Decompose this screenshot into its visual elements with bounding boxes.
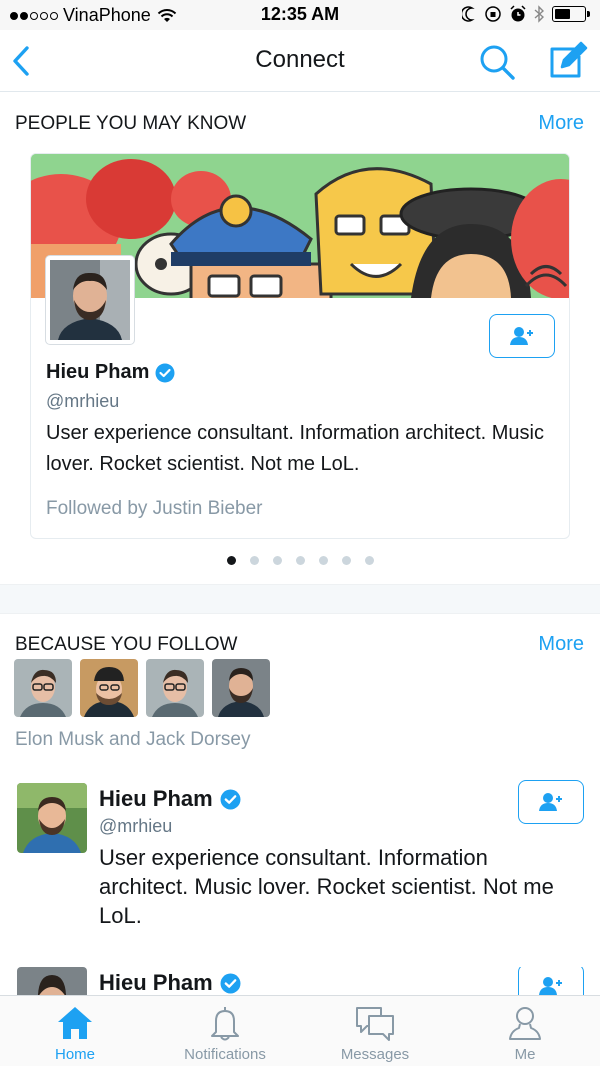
moon-icon — [462, 6, 475, 22]
tab-messages[interactable]: Messages — [300, 996, 450, 1066]
user-avatar[interactable] — [17, 783, 87, 853]
suggested-user-avatar[interactable] — [46, 256, 134, 344]
search-icon[interactable] — [474, 42, 518, 82]
compose-icon[interactable] — [545, 40, 589, 82]
person-icon — [509, 1007, 541, 1040]
tab-label: Home — [54, 1046, 95, 1063]
carousel-page-indicator[interactable] — [0, 556, 600, 565]
verified-badge-icon — [220, 789, 241, 809]
user-name[interactable]: Hieu Pham — [99, 786, 241, 812]
user-name-text: Hieu Pham — [46, 361, 150, 383]
user-name-text: Hieu Pham — [99, 786, 213, 811]
tab-label: Me — [514, 1046, 536, 1063]
bluetooth-icon — [534, 5, 544, 23]
suggested-user-name[interactable]: Hieu Pham — [46, 361, 175, 384]
alarm-icon — [510, 5, 526, 22]
status-icons — [462, 5, 590, 23]
follow-button[interactable] — [518, 780, 584, 824]
tab-home[interactable]: Home — [0, 996, 150, 1066]
nav-bar: Connect — [0, 30, 600, 92]
add-user-icon — [539, 793, 562, 811]
followed-user-avatar[interactable] — [14, 659, 72, 717]
status-bar: VinaPhone 12:35 AM — [0, 0, 600, 30]
tab-me[interactable]: Me — [450, 996, 600, 1066]
tab-label: Notifications — [184, 1046, 266, 1063]
tab-notifications[interactable]: Notifications — [150, 996, 300, 1066]
follow-button[interactable] — [518, 967, 584, 995]
add-user-icon — [510, 327, 533, 345]
page-dot — [272, 556, 282, 565]
follow-button[interactable] — [489, 314, 555, 358]
user-row[interactable]: Hieu Pham — [0, 967, 600, 995]
messages-icon — [356, 1007, 394, 1041]
add-user-icon — [539, 977, 562, 995]
home-icon — [58, 1007, 92, 1039]
user-name-text: Hieu Pham — [99, 970, 213, 995]
page-dot — [226, 556, 236, 565]
followed-user-avatar[interactable] — [212, 659, 270, 717]
suggested-user-handle: @mrhieu — [46, 391, 120, 411]
verified-badge-icon — [220, 973, 241, 993]
page-dot — [295, 556, 305, 565]
page-dot — [249, 556, 259, 565]
user-handle: @mrhieu — [99, 816, 173, 836]
followed-user-avatar[interactable] — [80, 659, 138, 717]
because-you-follow-header: BECAUSE YOU FOLLOW — [15, 634, 238, 655]
battery-icon — [552, 6, 590, 22]
followed-by-text: Followed by Justin Bieber — [46, 498, 263, 519]
orientation-lock-icon — [485, 6, 501, 22]
because-you-follow-more-link[interactable]: More — [538, 633, 584, 656]
suggestion-card[interactable]: Hieu Pham @mrhieu User experience consul… — [30, 153, 570, 539]
verified-badge-icon — [155, 363, 175, 382]
tab-bar: Home Notifications Messages Me — [0, 995, 600, 1066]
user-bio: User experience consultant. Information … — [99, 845, 554, 928]
followed-user-avatar[interactable] — [146, 659, 204, 717]
tab-label: Messages — [340, 1046, 410, 1063]
page-dot — [318, 556, 328, 565]
pymk-header: PEOPLE YOU MAY KNOW — [15, 113, 247, 134]
suggested-user-bio: User experience consultant. Information … — [46, 422, 544, 475]
page-dot — [364, 556, 374, 565]
page-dot — [341, 556, 351, 565]
followed-avatars — [14, 659, 270, 717]
bell-icon — [211, 1007, 239, 1041]
user-avatar[interactable] — [17, 967, 87, 995]
pymk-more-link[interactable]: More — [538, 112, 584, 135]
followed-names-text: Elon Musk and Jack Dorsey — [15, 729, 251, 750]
section-divider — [0, 584, 600, 614]
user-name[interactable]: Hieu Pham — [99, 970, 241, 995]
